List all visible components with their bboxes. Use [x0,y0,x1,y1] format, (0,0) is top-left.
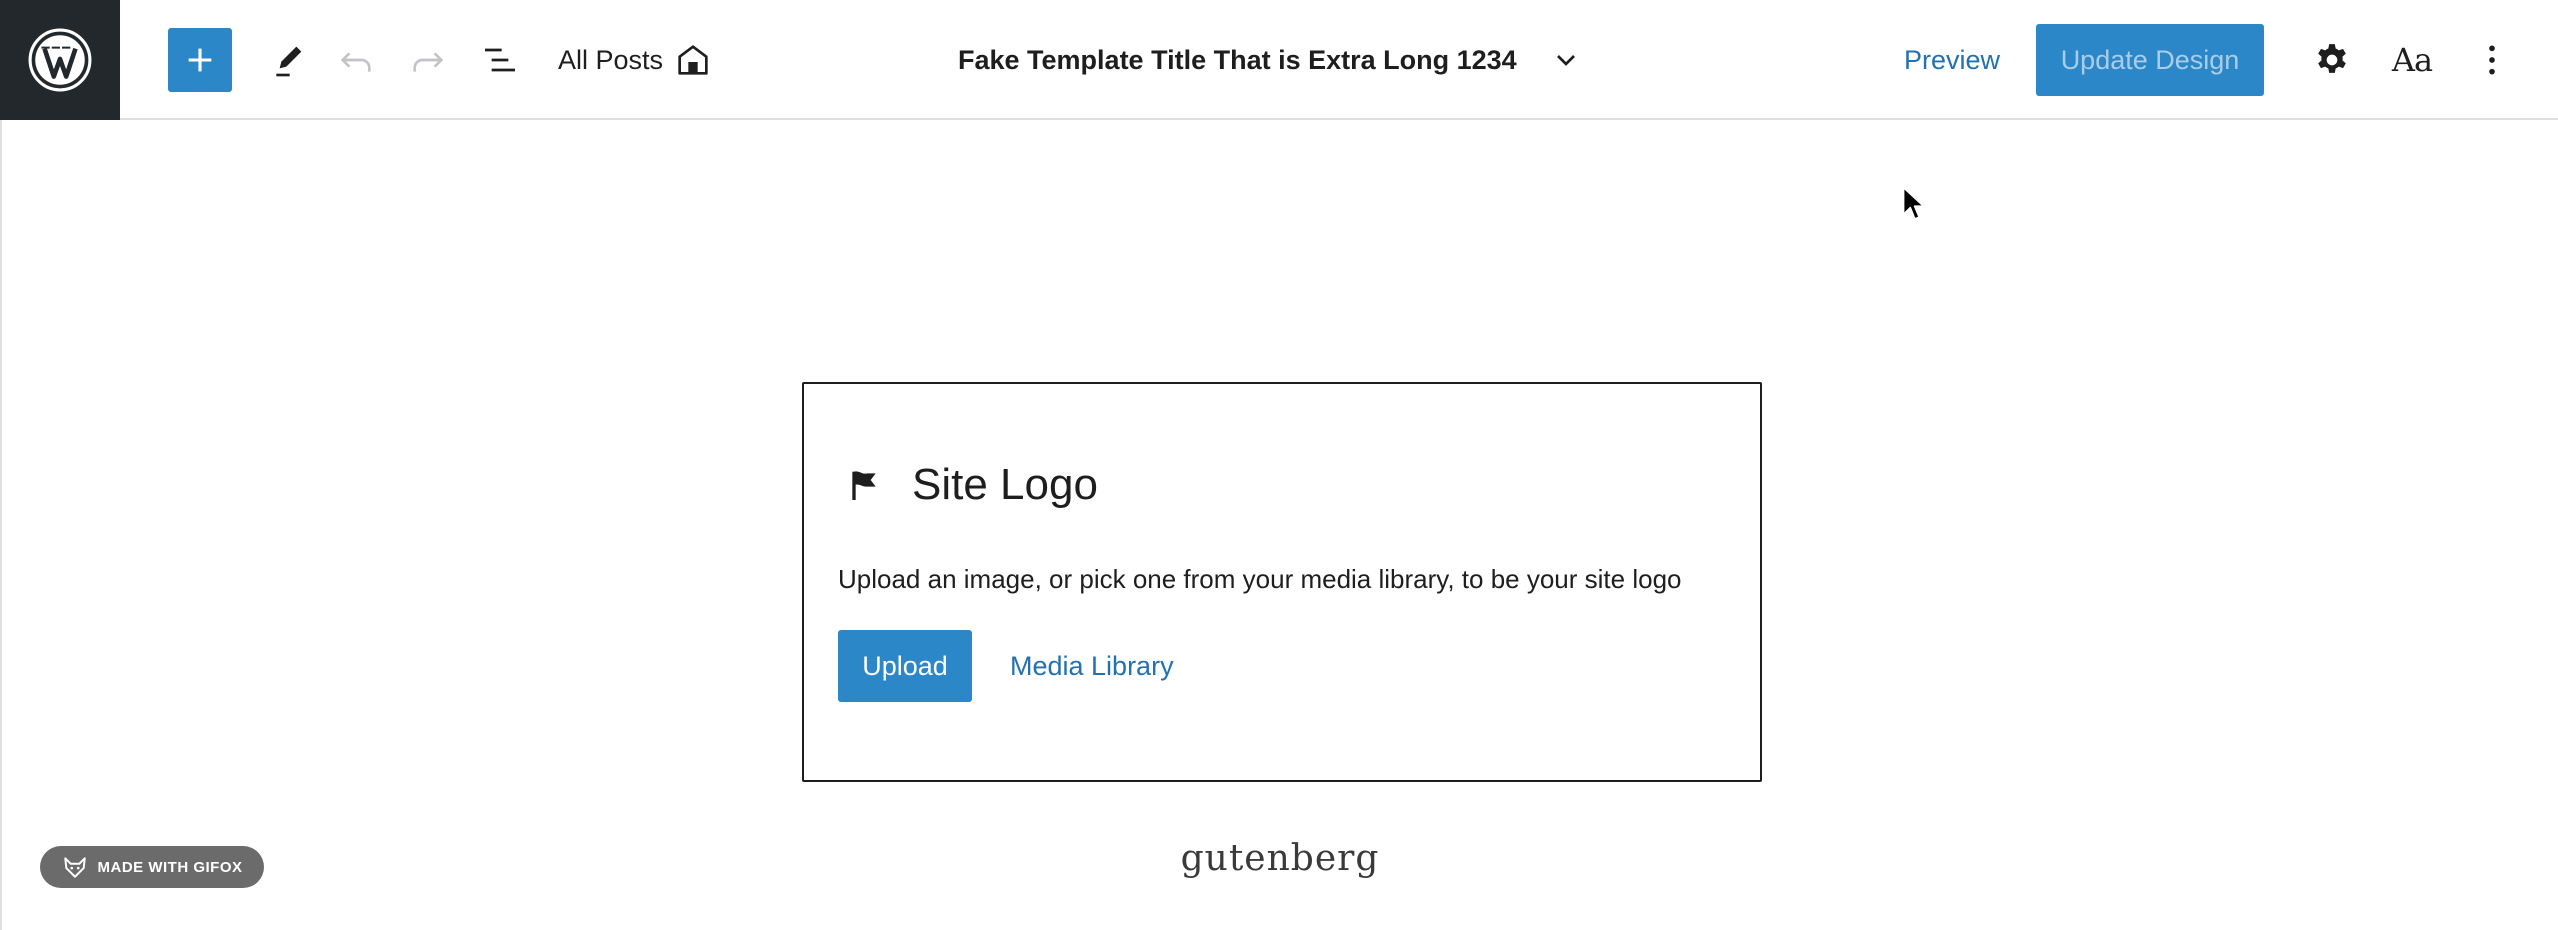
styles-button[interactable]: Aa [2388,36,2436,84]
wordpress-logo[interactable] [0,0,120,120]
redo-button[interactable] [404,36,452,84]
mouse-cursor-icon [1902,186,1925,220]
all-posts-label: All Posts [558,44,664,75]
plus-icon [188,48,212,72]
site-title[interactable]: gutenberg [1080,838,1480,879]
template-title[interactable]: Fake Template Title That is Extra Long 1… [958,36,1517,84]
chevron-down-icon [1557,55,1575,66]
flag-icon [852,471,876,500]
wordpress-logo-icon [28,28,92,92]
styles-icon: Aa [2391,41,2433,79]
placeholder-instructions: Upload an image, or pick one from your m… [838,564,1682,594]
undo-icon [340,52,371,72]
home-icon [678,45,708,75]
list-view-icon [485,48,515,72]
template-details-toggle[interactable] [1544,38,1588,82]
redo-icon [413,52,444,72]
canvas-edge [0,120,2,930]
undo-button[interactable] [332,36,380,84]
upload-button[interactable]: Upload [838,630,972,702]
placeholder-header: Site Logo [844,460,1098,510]
list-view-button[interactable] [476,36,524,84]
options-button[interactable] [2468,36,2516,84]
site-logo-placeholder[interactable]: Site Logo Upload an image, or pick one f… [802,382,1762,782]
placeholder-title: Site Logo [912,460,1098,509]
media-library-button[interactable]: Media Library [994,630,1190,702]
fox-icon [63,857,86,878]
update-design-button[interactable]: Update Design [2036,24,2264,96]
add-block-button[interactable] [168,28,232,92]
editor-header: All Posts Fake Template Title That is Ex… [0,0,2558,120]
settings-button[interactable] [2308,36,2356,84]
preview-button[interactable]: Preview [1890,24,2014,96]
pencil-icon [276,46,302,77]
edit-tool-button[interactable] [264,36,312,84]
gifox-badge: MADE WITH GIFOX [40,846,264,888]
gear-icon [2318,44,2346,73]
all-posts-link[interactable]: All Posts [558,36,713,84]
gifox-badge-label: MADE WITH GIFOX [97,858,243,876]
more-vertical-icon [2489,45,2495,75]
